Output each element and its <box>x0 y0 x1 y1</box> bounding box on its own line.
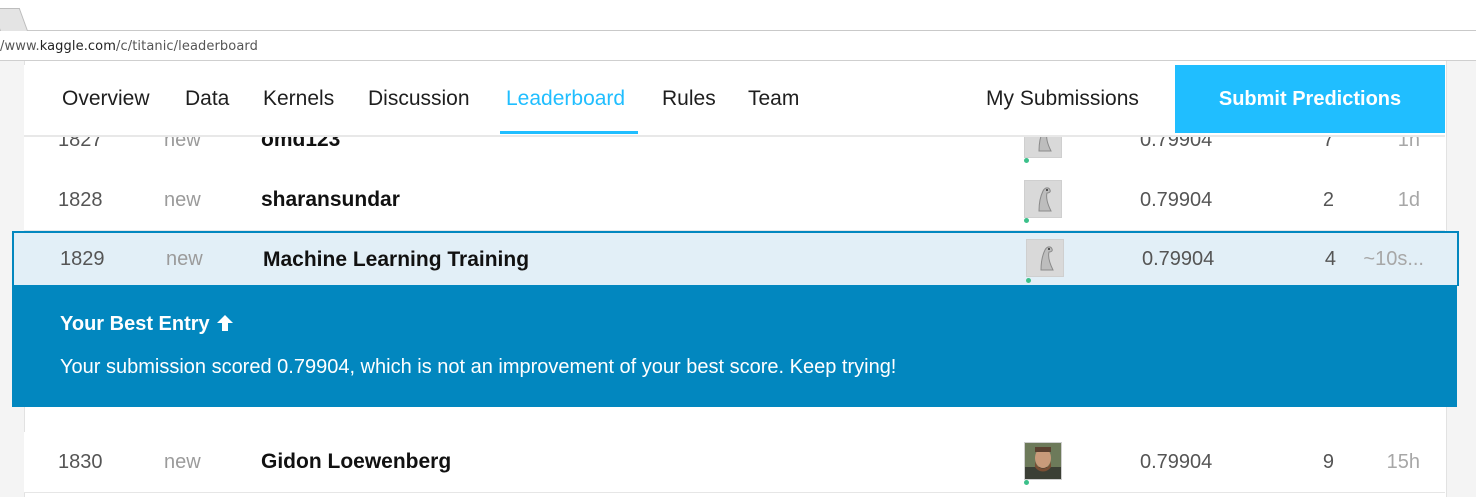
active-tab-underline <box>500 131 638 134</box>
row-change: new <box>164 189 201 211</box>
row-last-submission: ~10s... <box>1363 248 1424 270</box>
row-entries: 4 <box>1324 248 1336 270</box>
tab-rules[interactable]: Rules <box>662 65 716 133</box>
user-photo-avatar[interactable] <box>1024 442 1062 480</box>
leaderboard-row[interactable]: 1830 new Gidon Loewenberg 0.79904 9 15h <box>24 432 1445 493</box>
best-entry-message: Your submission scored 0.79904, which is… <box>60 356 897 378</box>
goose-avatar-icon[interactable] <box>1026 239 1064 277</box>
row-entries: 2 <box>1322 189 1334 211</box>
tab-kernels[interactable]: Kernels <box>263 65 334 133</box>
row-score: 0.79904 <box>1140 189 1213 211</box>
row-team-name[interactable]: Gidon Loewenberg <box>261 432 451 492</box>
online-status-dot <box>1024 158 1029 163</box>
row-rank: 1830 <box>58 451 103 473</box>
tab-team[interactable]: Team <box>748 65 799 133</box>
online-status-dot <box>1024 480 1029 485</box>
tab-data[interactable]: Data <box>185 65 229 133</box>
online-status-dot <box>1026 278 1031 283</box>
own-entry-row[interactable]: 1829 new Machine Learning Training 0.799… <box>12 231 1459 286</box>
row-change: new <box>166 248 203 270</box>
row-entries: 9 <box>1322 451 1334 473</box>
row-change: new <box>164 451 201 473</box>
submit-predictions-button[interactable]: Submit Predictions <box>1175 65 1445 133</box>
row-rank: 1829 <box>60 248 105 270</box>
url-path: /c/titanic/leaderboard <box>116 39 258 54</box>
row-last-submission: 1d <box>1397 189 1420 211</box>
browser-tab[interactable] <box>0 8 28 31</box>
url-prefix: /www. <box>0 39 40 54</box>
row-score: 0.79904 <box>1140 451 1213 473</box>
competition-nav: Overview Data Kernels Discussion Leaderb… <box>24 65 1445 137</box>
row-team-name[interactable]: sharansundar <box>261 170 400 230</box>
row-team-name[interactable]: Machine Learning Training <box>263 233 529 286</box>
online-status-dot <box>1024 218 1029 223</box>
row-rank: 1828 <box>58 189 103 211</box>
arrow-up-icon <box>216 314 234 338</box>
best-entry-title-text: Your Best Entry <box>60 313 210 335</box>
tab-overview[interactable]: Overview <box>62 65 150 133</box>
leaderboard-row[interactable]: 1828 new sharansundar 0.79904 2 1d <box>24 170 1445 231</box>
best-entry-title: Your Best Entry <box>60 313 234 338</box>
row-last-submission: 15h <box>1386 451 1420 473</box>
my-submissions-link[interactable]: My Submissions <box>986 65 1139 133</box>
tab-discussion[interactable]: Discussion <box>368 65 470 133</box>
browser-tab-strip <box>0 0 1476 31</box>
page: 1827 new omd123 0.79904 7 1h 1828 new sh… <box>0 61 1476 497</box>
goose-avatar-icon[interactable] <box>1024 180 1062 218</box>
best-entry-banner: Your Best Entry Your submission scored 0… <box>12 285 1457 407</box>
url-host: kaggle.com <box>39 39 116 54</box>
address-bar[interactable]: /www.kaggle.com/c/titanic/leaderboard <box>0 31 1476 61</box>
row-score: 0.79904 <box>1142 248 1215 270</box>
url-text[interactable]: /www.kaggle.com/c/titanic/leaderboard <box>0 39 258 54</box>
tab-leaderboard[interactable]: Leaderboard <box>506 65 625 133</box>
